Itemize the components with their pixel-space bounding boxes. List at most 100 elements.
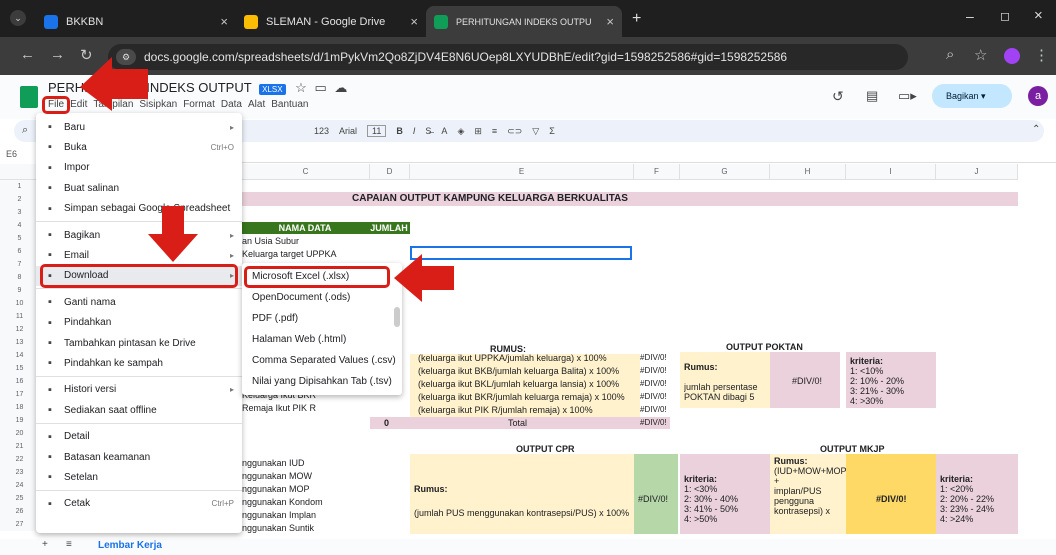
row-header[interactable]: 27 <box>0 518 40 531</box>
row-header[interactable]: 22 <box>0 453 40 466</box>
add-sheet-icon[interactable]: + <box>42 539 48 550</box>
poktan-kriteria-line[interactable]: 2: 10% - 20% <box>850 376 904 386</box>
row-label[interactable]: Remaja Ikut PIK R <box>242 403 316 413</box>
browser-menu-icon[interactable]: ⋮ <box>1034 46 1049 64</box>
italic-icon[interactable]: I <box>413 126 416 136</box>
row-header[interactable]: 6 <box>0 245 40 258</box>
row-header[interactable]: 7 <box>0 258 40 271</box>
file-menu-item-histori-versi[interactable]: ▪ Histori versi ▸ <box>36 380 242 400</box>
file-menu-item-pindahkan[interactable]: ▪ Pindahkan <box>36 313 242 333</box>
profile-icon[interactable] <box>1004 48 1020 64</box>
file-menu-item-batasan-keamanan[interactable]: ▪ Batasan keamanan <box>36 447 242 467</box>
bold-icon[interactable]: B <box>396 126 403 136</box>
account-avatar[interactable]: a <box>1028 86 1048 106</box>
cpr-kriteria-line[interactable]: 3: 41% - 50% <box>684 504 738 514</box>
maximize-icon[interactable]: ◻ <box>1000 9 1010 23</box>
cpr-rumus-text[interactable]: (jumlah PUS menggunakan kontrasepsi/PUS)… <box>414 508 629 518</box>
file-menu-item-cetak[interactable]: ▪ Cetak Ctrl+P <box>36 494 242 514</box>
borders-icon[interactable]: ⊞ <box>474 126 482 137</box>
name-box[interactable]: E6 <box>0 145 40 163</box>
row-header[interactable]: 14 <box>0 349 40 362</box>
column-header[interactable]: F <box>634 164 680 180</box>
row-header[interactable]: 1 <box>0 180 40 193</box>
row-header[interactable]: 23 <box>0 466 40 479</box>
cpr-kriteria-line[interactable]: 4: >50% <box>684 514 717 524</box>
column-header[interactable]: I <box>846 164 936 180</box>
div0-cell[interactable]: #DIV/0! <box>640 379 667 388</box>
poktan-kriteria-line[interactable]: 4: >30% <box>850 396 883 406</box>
comments-icon[interactable]: ▤ <box>866 88 878 104</box>
row-header[interactable]: 17 <box>0 388 40 401</box>
tab-close-icon[interactable]: × <box>606 14 614 29</box>
filter-icon[interactable]: ▽ <box>532 126 539 137</box>
file-menu-item-email[interactable]: ▪ Email ▸ <box>36 245 242 265</box>
poktan-kriteria-line[interactable]: kriteria: <box>850 356 883 366</box>
move-folder-icon[interactable]: ▭ <box>314 80 326 95</box>
number-format-icon[interactable]: 123 <box>314 126 329 136</box>
cpr-row-label[interactable]: nggunakan Suntik <box>242 523 314 533</box>
row-header[interactable]: 20 <box>0 427 40 440</box>
file-menu-item-buka[interactable]: ▪ Buka Ctrl+O <box>36 137 242 157</box>
row-header[interactable]: 25 <box>0 492 40 505</box>
file-menu-item-pindahkan-ke-sampah[interactable]: ▪ Pindahkan ke sampah <box>36 353 242 373</box>
poktan-kriteria-line[interactable]: 1: <10% <box>850 366 883 376</box>
cpr-kriteria-line[interactable]: 1: <30% <box>684 484 717 494</box>
rumus-row[interactable]: (keluarga ikut UPPKA/jumlah keluarga) x … <box>418 353 607 363</box>
div0-cell[interactable]: #DIV/0! <box>640 405 667 414</box>
forward-icon[interactable]: → <box>50 46 65 63</box>
row-header[interactable]: 5 <box>0 232 40 245</box>
rumus-row[interactable]: (keluarga ikut BKB/jumlah keluarga Balit… <box>418 366 619 376</box>
row-header[interactable]: 12 <box>0 323 40 336</box>
mkjp-rumus-line[interactable]: pengguna <box>774 496 814 506</box>
row-header[interactable]: 18 <box>0 401 40 414</box>
browser-tab[interactable]: BKKBN × <box>36 6 236 37</box>
file-menu-item-tambahkan-pintasan-ke-drive[interactable]: ▪ Tambahkan pintasan ke Drive <box>36 333 242 353</box>
search-menus-icon[interactable]: ⌕ <box>22 124 28 137</box>
poktan-rumus-label[interactable]: Rumus: <box>684 362 718 372</box>
file-menu-item-buat-salinan[interactable]: ▪ Buat salinan <box>36 178 242 198</box>
close-window-icon[interactable]: × <box>1034 7 1043 24</box>
share-button[interactable]: Bagikan ▾ <box>932 84 1012 108</box>
submenu-scrollbar[interactable] <box>394 307 400 327</box>
mkjp-rumus-line[interactable]: (IUD+MOW+MOP <box>774 466 847 476</box>
tab-close-icon[interactable]: × <box>410 14 418 29</box>
download-option[interactable]: Nilai yang Dipisahkan Tab (.tsv) <box>252 376 392 387</box>
menu-bantuan[interactable]: Bantuan <box>271 99 308 110</box>
file-menu-item-sediakan-saat-offline[interactable]: ▪ Sediakan saat offline <box>36 400 242 420</box>
title-cell[interactable]: CAPAIAN OUTPUT KAMPUNG KELUARGA BERKUALI… <box>242 192 1018 206</box>
browser-tab[interactable]: SLEMAN - Google Drive × <box>236 6 426 37</box>
row-header[interactable]: 4 <box>0 219 40 232</box>
sheets-logo-icon[interactable] <box>20 86 38 108</box>
file-menu-item-baru[interactable]: ▪ Baru ▸ <box>36 117 242 137</box>
poktan-value[interactable]: #DIV/0! <box>792 376 822 386</box>
link-icon[interactable]: ⊂⊃ <box>507 126 522 137</box>
jumlah-header[interactable]: JUMLAH <box>368 222 410 234</box>
total-value[interactable]: 0 <box>384 418 389 428</box>
file-menu-item-bagikan[interactable]: ▪ Bagikan ▸ <box>36 225 242 245</box>
file-menu-item-detail[interactable]: ▪ Detail <box>36 427 242 447</box>
back-icon[interactable]: ← <box>20 46 35 63</box>
output-poktan-header[interactable]: OUTPUT POKTAN <box>726 342 803 352</box>
row-header[interactable]: 8 <box>0 271 40 284</box>
align-icon[interactable]: ≡ <box>492 126 497 136</box>
rumus-row[interactable]: (keluarga ikut BKL/jumlah keluarga lansi… <box>418 379 619 389</box>
mkjp-kriteria-line[interactable]: kriteria: <box>940 474 973 484</box>
meet-icon[interactable]: ▭▸ <box>898 88 917 104</box>
select-all-corner[interactable] <box>0 164 40 180</box>
url-input[interactable]: docs.google.com/spreadsheets/d/1mPykVm2Q… <box>108 44 908 70</box>
mkjp-rumus-line[interactable]: implan/PUS <box>774 486 822 496</box>
strikethrough-icon[interactable]: S̶ <box>425 126 431 136</box>
file-menu-item-setelan[interactable]: ▪ Setelan <box>36 467 242 487</box>
row-header[interactable]: 15 <box>0 362 40 375</box>
row-header[interactable]: 24 <box>0 479 40 492</box>
mkjp-kriteria-line[interactable]: 4: >24% <box>940 514 973 524</box>
file-menu-item-impor[interactable]: ▪ Impor <box>36 158 242 178</box>
row-header[interactable]: 9 <box>0 284 40 297</box>
div0-cell[interactable]: #DIV/0! <box>640 353 667 362</box>
cpr-kriteria-line[interactable]: 2: 30% - 40% <box>684 494 738 504</box>
column-header[interactable]: E <box>410 164 634 180</box>
new-tab-icon[interactable]: + <box>632 10 641 28</box>
mkjp-kriteria-line[interactable]: 1: <20% <box>940 484 973 494</box>
row-header[interactable]: 26 <box>0 505 40 518</box>
collapse-icon[interactable]: ⌃ <box>1032 124 1040 135</box>
